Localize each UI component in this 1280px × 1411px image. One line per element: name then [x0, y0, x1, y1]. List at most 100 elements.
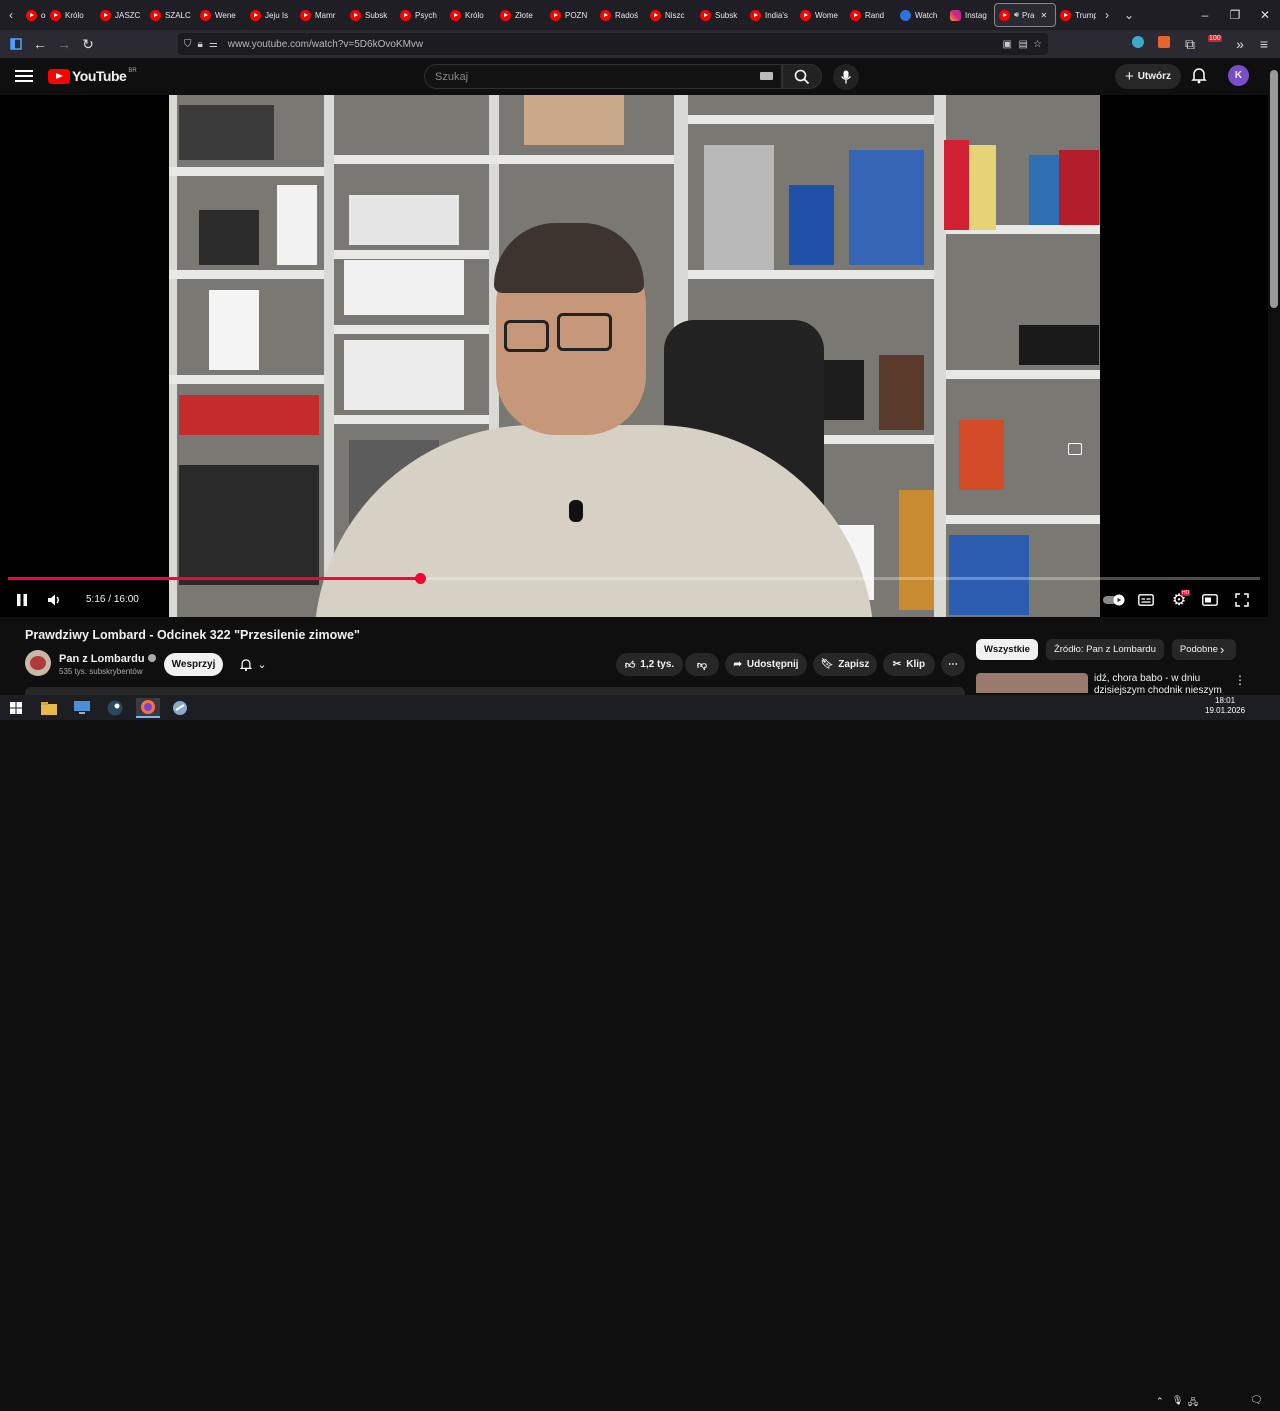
settings-button[interactable]: ⚙ HD	[1168, 590, 1191, 610]
firefox-icon[interactable]	[136, 698, 160, 718]
scrollbar-thumb[interactable]	[1270, 70, 1278, 308]
overflow-chevrons-icon[interactable]: »	[1228, 32, 1252, 56]
browser-tab[interactable]: ocl	[22, 3, 46, 27]
permissions-icon[interactable]: ⚌	[209, 39, 218, 50]
clip-button[interactable]: ✂ Klip	[883, 653, 935, 676]
page-scrollbar[interactable]	[1268, 58, 1280, 695]
computer-icon[interactable]	[72, 698, 92, 718]
search-button[interactable]	[782, 64, 822, 89]
browser-tab[interactable]: Mamr	[296, 3, 346, 27]
browser-tab[interactable]: JASZC	[96, 3, 146, 27]
dislike-button[interactable]: 👎︎	[685, 653, 719, 676]
close-tab-icon[interactable]: ✕	[1041, 11, 1048, 20]
extension-fox-icon[interactable]	[1158, 36, 1170, 48]
create-button[interactable]: + Utwórz	[1115, 64, 1181, 89]
browser-tab[interactable]: Królo	[46, 3, 96, 27]
search-input[interactable]: Szukaj	[424, 64, 782, 89]
video-player[interactable]	[0, 95, 1268, 617]
extension-shield-icon[interactable]	[1132, 36, 1144, 48]
browser-tab[interactable]: Złote	[496, 3, 546, 27]
like-button[interactable]: 👍︎ 1,2 tys.	[616, 653, 683, 676]
chip-similar[interactable]: Podobne	[1171, 639, 1236, 660]
reader-icon[interactable]: ▤	[1019, 39, 1028, 50]
chips-next-icon[interactable]: ›	[1220, 642, 1224, 657]
windows-start-icon[interactable]	[6, 698, 26, 718]
pause-button[interactable]	[12, 590, 32, 610]
description-box[interactable]	[25, 687, 965, 695]
browser-tab[interactable]: Rand	[846, 3, 896, 27]
account-avatar[interactable]: K	[1228, 65, 1249, 86]
browser-tab[interactable]: Wene	[196, 3, 246, 27]
browser-tab[interactable]: India's	[746, 3, 796, 27]
channel-name-row[interactable]: Pan z Lombardu	[59, 653, 156, 665]
video-frame[interactable]	[169, 95, 1100, 617]
back-icon[interactable]: ←	[28, 32, 52, 56]
more-actions-button[interactable]: ⋯	[941, 653, 965, 676]
voice-search-button[interactable]	[833, 64, 859, 90]
app-icon[interactable]	[170, 698, 190, 718]
notifications-icon[interactable]: 🗨︎	[1250, 1395, 1263, 1406]
support-button[interactable]: Wesprzyj	[164, 653, 223, 676]
tab-scroll-right-icon[interactable]: ›	[1096, 3, 1118, 27]
tray-mic-icon[interactable]: 🎙︎	[1172, 1395, 1183, 1406]
progress-scrubber[interactable]	[414, 573, 426, 584]
browser-tab[interactable]: Wome	[796, 3, 846, 27]
browser-tab[interactable]: Instag	[946, 3, 994, 27]
steam-icon[interactable]	[105, 698, 125, 718]
miniplayer-button[interactable]	[1200, 590, 1220, 610]
extensions-puzzle-icon[interactable]: ⧉	[1178, 32, 1202, 56]
file-explorer-icon[interactable]	[39, 698, 59, 718]
notifications-bell-icon[interactable]	[1190, 66, 1210, 86]
browser-tab[interactable]: Subsk	[346, 3, 396, 27]
youtube-logo[interactable]: YouTube BR	[48, 68, 137, 84]
app-menu-icon[interactable]: ≡	[1252, 32, 1276, 56]
tray-network-icon[interactable]: 🖧	[1188, 1395, 1198, 1411]
notification-settings-button[interactable]: ⌄	[230, 653, 276, 676]
recommendation-more-icon[interactable]: ⋮	[1234, 673, 1246, 687]
bookmark-star-icon[interactable]: ☆	[1033, 39, 1042, 50]
recommendation-title[interactable]: idź, chora babo - w dniu dzisiejszym cho…	[1094, 673, 1224, 695]
browser-tab[interactable]: Trump	[1056, 3, 1096, 27]
minimize-icon[interactable]: –	[1190, 3, 1220, 27]
url-text[interactable]: www.youtube.com/watch?v=5D6kOvoKMvw	[228, 39, 423, 50]
channel-name[interactable]: Pan z Lombardu	[59, 653, 145, 665]
browser-tab[interactable]: POZN	[546, 3, 596, 27]
browser-tab[interactable]: 🔊︎ Pra ✕	[994, 3, 1056, 27]
restore-icon[interactable]: ❐	[1220, 3, 1250, 27]
browser-tab[interactable]: Subsk	[696, 3, 746, 27]
taskbar-clock[interactable]: 18:01 19.01.2026	[1205, 696, 1245, 716]
fullscreen-button[interactable]	[1232, 590, 1252, 610]
speaker-icon[interactable]: 🔊︎	[1014, 10, 1019, 20]
channel-avatar[interactable]	[25, 650, 51, 676]
browser-tab[interactable]: Radoś	[596, 3, 646, 27]
browser-tab[interactable]: Jeju Is	[246, 3, 296, 27]
keyboard-icon[interactable]	[760, 72, 773, 80]
chip-source[interactable]: Źródło: Pan z Lombardu	[1045, 639, 1164, 660]
volume-button[interactable]	[45, 590, 65, 610]
reload-icon[interactable]: ↻	[76, 32, 100, 56]
subtitles-button[interactable]	[1136, 590, 1156, 610]
browser-tab[interactable]: Watch	[896, 3, 946, 27]
lock-icon[interactable]: 🔒︎	[198, 39, 203, 50]
forward-icon[interactable]: →	[52, 32, 76, 56]
browser-tab[interactable]: Królo	[446, 3, 496, 27]
browser-tab[interactable]: Psych	[396, 3, 446, 27]
address-bar[interactable]: ⛉ 🔒︎ ⚌ www.youtube.com/watch?v=5D6kOvoKM…	[178, 33, 1048, 55]
chip-all[interactable]: Wszystkie	[976, 639, 1038, 660]
save-button[interactable]: 🔖︎ Zapisz	[813, 653, 877, 676]
extension-badge[interactable]: 100	[1208, 35, 1222, 42]
browser-tab[interactable]: SZALC	[146, 3, 196, 27]
progress-bar[interactable]	[8, 573, 1260, 584]
tab-list-chevron-icon[interactable]: ⌄	[1118, 3, 1140, 27]
sidebar-toggle-icon[interactable]	[4, 32, 28, 56]
screenshot-icon[interactable]: ▣	[1003, 39, 1012, 50]
autoplay-toggle[interactable]	[1102, 590, 1126, 610]
hamburger-menu-icon[interactable]	[14, 67, 34, 87]
tray-chevron-icon[interactable]: ⌃	[1156, 1396, 1164, 1407]
miniplayer-hint-icon[interactable]	[1068, 443, 1082, 455]
shield-icon[interactable]: ⛉	[184, 39, 192, 50]
browser-tab[interactable]: Niszc	[646, 3, 696, 27]
recommendation-thumbnail[interactable]	[976, 673, 1088, 693]
close-window-icon[interactable]: ✕	[1250, 3, 1280, 27]
share-button[interactable]: ➦ Udostępnij	[725, 653, 807, 676]
